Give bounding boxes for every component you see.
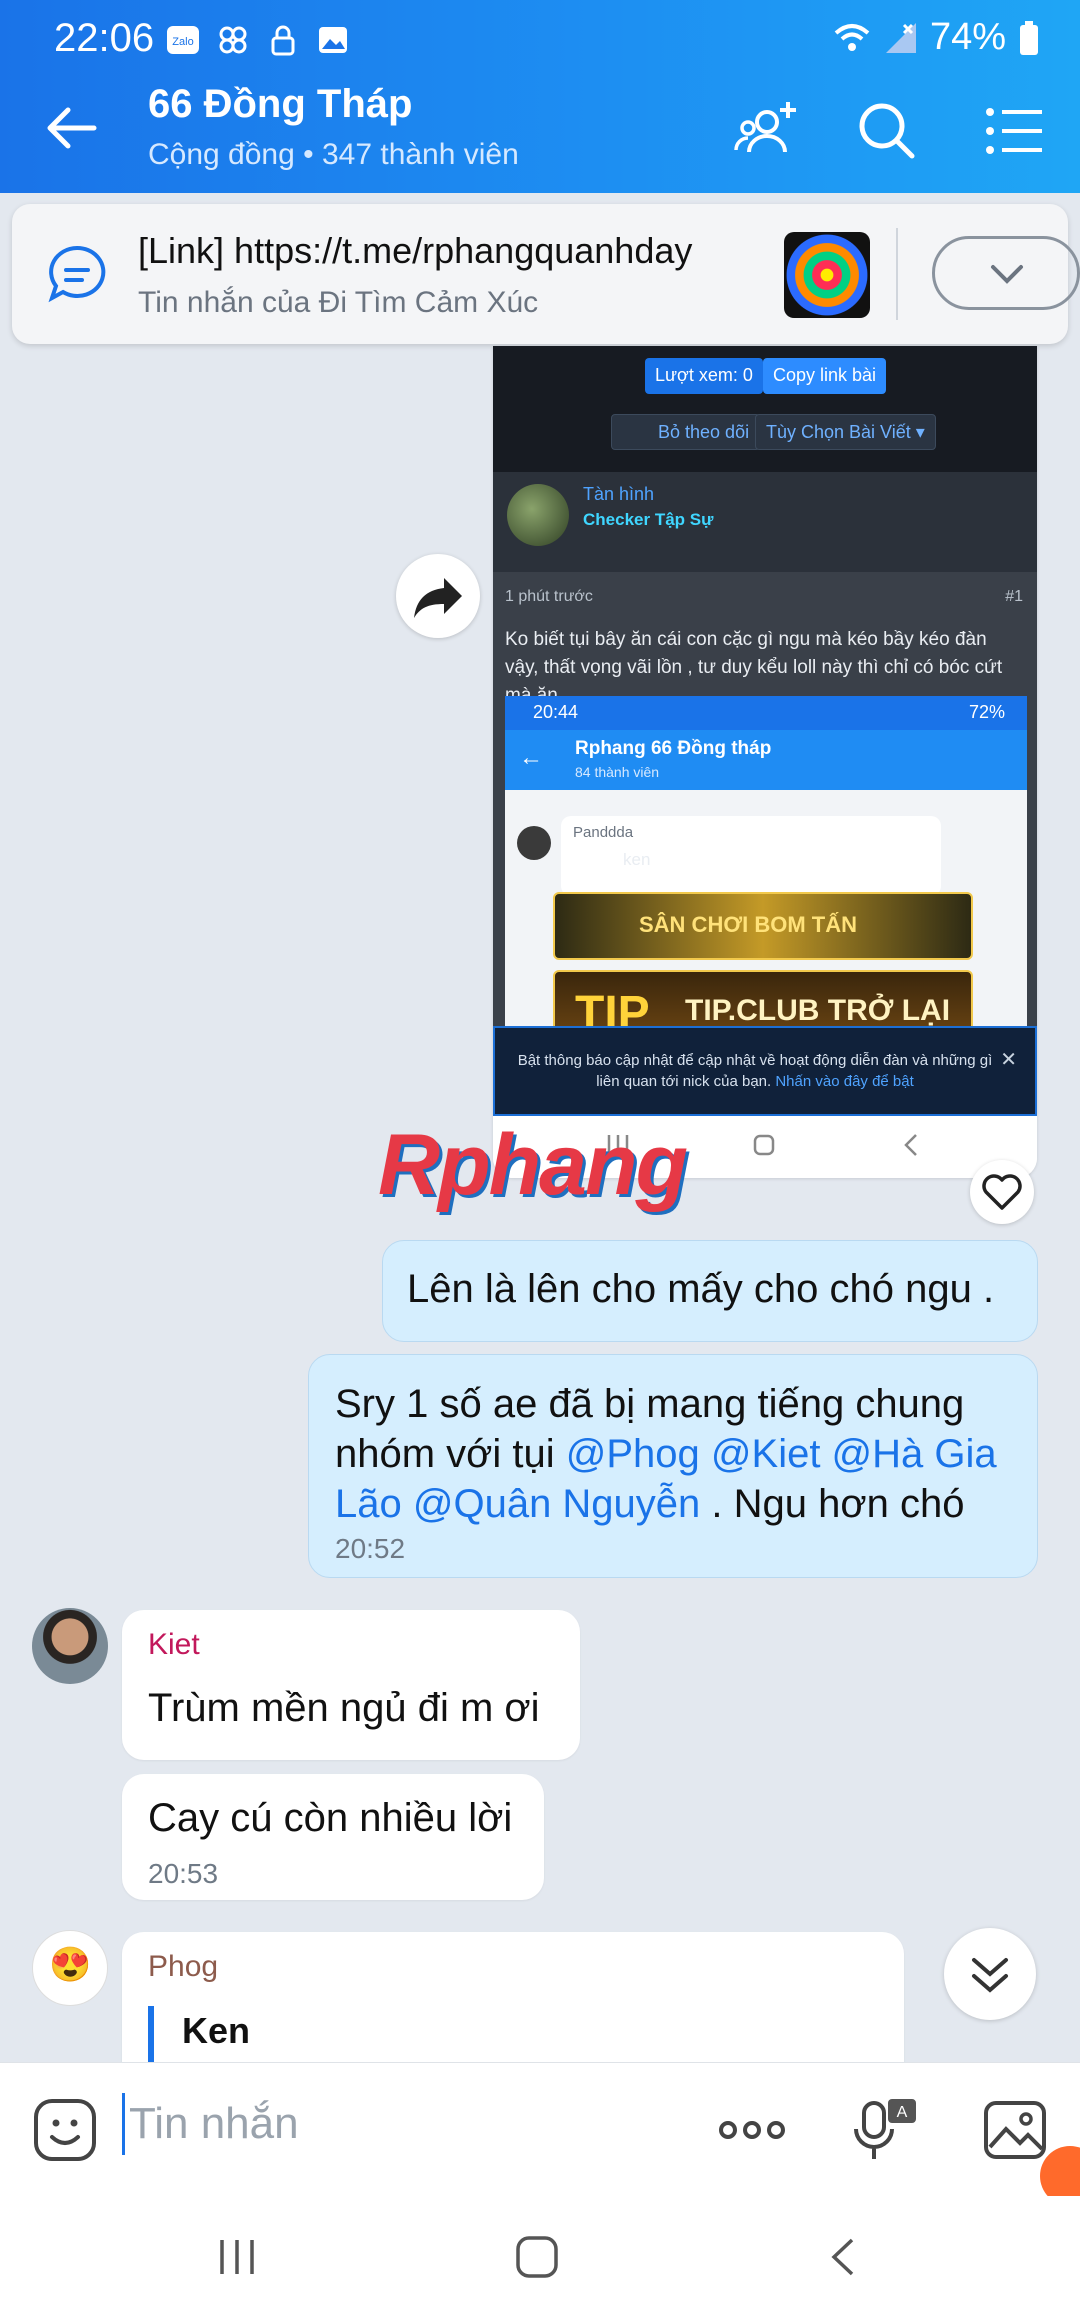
- heart-icon: [982, 1174, 1022, 1210]
- divider: [896, 228, 898, 320]
- chat-subtitle: Cộng đồng • 347 thành viên: [148, 138, 519, 171]
- add-member-icon[interactable]: [732, 96, 802, 166]
- sticker-icon[interactable]: [30, 2095, 100, 2165]
- ad-banner-1: SÂN CHƠI BOM TẤN: [553, 892, 973, 960]
- my-message-1[interactable]: Lên là lên cho mấy cho chó ngu .: [382, 1240, 1038, 1342]
- banner2-text: TIP.CLUB TRỞ LẠI: [685, 994, 951, 1027]
- react-heart-button[interactable]: [970, 1160, 1034, 1224]
- kiet-message-2[interactable]: Cay cú còn nhiều lời 20:53: [122, 1774, 544, 1900]
- copy-link-pill: Copy link bài: [763, 358, 887, 394]
- menu-list-icon[interactable]: [980, 96, 1050, 166]
- forum-avatar: [507, 484, 569, 546]
- gallery-icon[interactable]: [980, 2095, 1050, 2165]
- nested-avatar: [517, 826, 551, 860]
- quoted-text: Ken: [182, 2010, 251, 2051]
- pinned-title: [Link] https://t.me/rphangquanhday: [138, 230, 693, 271]
- chevron-down-icon: [991, 265, 1023, 284]
- message-time: 20:52: [335, 1533, 406, 1564]
- message-text: Cay cú còn nhiều lời: [148, 1796, 513, 1840]
- forum-notification: Bật thông báo cập nhật để cập nhật về ho…: [493, 1026, 1037, 1116]
- wifi-icon: [834, 23, 870, 51]
- quote-bar: [148, 2006, 154, 2062]
- back-nav-icon[interactable]: [820, 2232, 870, 2282]
- recent-apps-icon[interactable]: [212, 2232, 262, 2282]
- sender-name: Phog: [148, 1950, 219, 1983]
- forum-post: 1 phút trước #1 Ko biết tụi bây ăn cái c…: [493, 572, 1037, 1062]
- chat-title[interactable]: 66 Đồng Tháp: [148, 82, 412, 127]
- nested-home-icon: [753, 1134, 775, 1156]
- nested-battery: 72%: [968, 702, 1005, 722]
- nested-back-nav-icon: [904, 1134, 917, 1156]
- sender-name: Kiet: [148, 1628, 200, 1661]
- notice-text: Bật thông báo cập nhật để cập nhật về ho…: [517, 1052, 993, 1090]
- phog-message[interactable]: Phog Ken: [122, 1932, 904, 2066]
- watermark-logo: Rphang: [378, 1117, 688, 1213]
- double-chevron-down-icon: [972, 1958, 1008, 1993]
- chat-bubble-icon: [48, 245, 106, 303]
- post-number: #1: [1005, 588, 1023, 605]
- more-icon[interactable]: [716, 2095, 788, 2165]
- banner1-text: SÂN CHƠI BOM TẤN: [639, 912, 857, 937]
- zalo-icon: Zalo: [167, 26, 199, 54]
- lock-icon: [271, 25, 295, 56]
- views-pill: Lượt xem: 0: [645, 358, 763, 394]
- system-nav-bar: [0, 2196, 1080, 2316]
- signal-icon: [885, 22, 916, 53]
- battery-icon: [1020, 20, 1038, 55]
- kiet-avatar[interactable]: [32, 1608, 108, 1684]
- post-options-pill: Tùy Chọn Bài Viết ▾: [755, 414, 936, 450]
- forum-username: Tàn hình: [583, 484, 655, 504]
- forum-role: Checker Tập Sự: [583, 510, 714, 529]
- top-bar: 22:06 Zalo 74% 66 Đồng Tháp Cộng đồng • …: [0, 0, 1080, 193]
- nested-time: 20:44: [533, 702, 579, 722]
- status-time: 22:06: [54, 16, 155, 60]
- my-message-2[interactable]: Sry 1 số ae đã bị mang tiếng chung nhóm …: [308, 1354, 1038, 1578]
- svg-text:A: A: [897, 2104, 908, 2121]
- home-icon[interactable]: [512, 2232, 562, 2282]
- message-time: 20:53: [148, 1858, 219, 1889]
- nested-sender: Panddda: [573, 824, 634, 841]
- expand-pinned-button[interactable]: [932, 236, 1080, 310]
- pinned-thumbnail: [784, 232, 870, 318]
- nested-screenshot: 20:44 72% ← Rphang 66 Đồng tháp 84 thành…: [505, 696, 1027, 1062]
- pinned-message-bar[interactable]: [Link] https://t.me/rphangquanhday Tin n…: [12, 204, 1080, 344]
- notification-icons: Zalo: [165, 22, 351, 58]
- nested-title: Rphang 66 Đồng tháp: [575, 738, 772, 759]
- unfollow-pill: Bỏ theo dõi: [611, 414, 761, 450]
- forum-user-row: Tàn hình Checker Tập Sự: [493, 472, 1037, 572]
- back-arrow-icon[interactable]: [40, 96, 104, 160]
- kiet-message-1[interactable]: Kiet Trùm mền ngủ đi m ơi: [122, 1610, 580, 1760]
- message-text: Lên là lên cho mấy cho chó ngu .: [407, 1267, 995, 1311]
- nested-back-icon: ←: [519, 744, 543, 771]
- close-icon: ✕: [1000, 1049, 1017, 1071]
- status-right: 74%: [832, 16, 1040, 59]
- nested-members: 84 thành viên: [575, 764, 660, 780]
- share-arrow-icon: [414, 578, 462, 618]
- pinned-subtitle: Tin nhắn của Đi Tìm Cảm Xúc: [138, 286, 539, 319]
- pinwheel-icon: [219, 26, 247, 54]
- nested-message: Panddda ken: [561, 816, 941, 896]
- forward-button[interactable]: [396, 554, 480, 638]
- post-time: 1 phút trước: [505, 588, 593, 605]
- shared-image[interactable]: Lượt xem: 0 Copy link bài Bỏ theo dõi Tù…: [493, 346, 1037, 1178]
- scroll-to-bottom-button[interactable]: [944, 1928, 1036, 2020]
- message-input[interactable]: Tin nhắn: [122, 2093, 299, 2155]
- status-bar: 22:06 Zalo 74%: [0, 0, 1080, 66]
- forum-toolbar: Lượt xem: 0 Copy link bài Bỏ theo dõi Tù…: [493, 346, 1037, 472]
- nested-reply: ken: [623, 850, 651, 869]
- message-text-end: . Ngu hơn chó: [700, 1482, 965, 1526]
- search-icon[interactable]: [852, 96, 922, 166]
- image-icon: [319, 27, 347, 53]
- svg-text:Zalo: Zalo: [172, 36, 193, 48]
- battery-percent: 74%: [929, 16, 1006, 58]
- chat-header: 66 Đồng Tháp Cộng đồng • 347 thành viên: [0, 66, 1080, 193]
- message-text: Trùm mền ngủ đi m ơi: [148, 1686, 540, 1730]
- message-composer: Tin nhắn A: [0, 2062, 1080, 2196]
- smiley-heart-eyes-icon: 😍: [49, 1946, 92, 1984]
- nested-header: ← Rphang 66 Đồng tháp 84 thành viên: [505, 730, 1027, 790]
- voice-to-text-icon[interactable]: A: [850, 2095, 920, 2165]
- nested-status-bar: 20:44 72%: [505, 696, 1027, 730]
- notice-link: Nhấn vào đây để bật: [775, 1073, 914, 1090]
- phog-avatar[interactable]: 😍: [32, 1930, 108, 2006]
